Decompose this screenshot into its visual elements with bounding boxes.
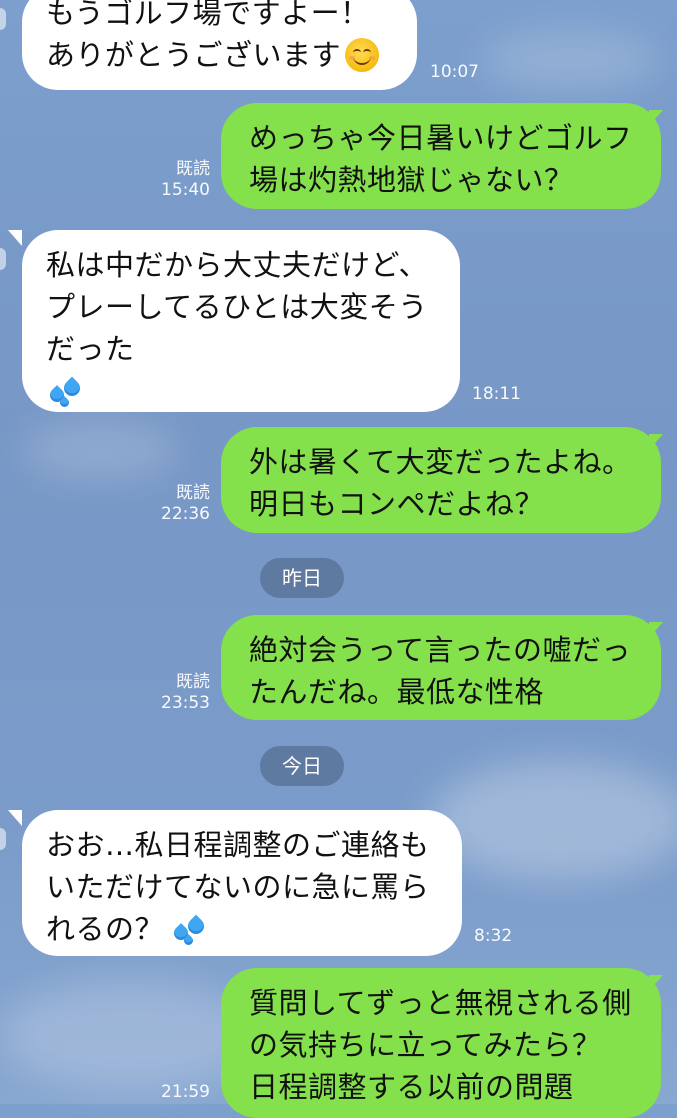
read-receipt: 既読 22:36 [150,483,210,525]
incoming-message-bubble[interactable]: もうゴルフ場ですよー！ ありがとうございます [22,0,417,90]
read-label: 既読 [176,159,210,179]
date-divider-yesterday: 昨日 [260,558,344,598]
bubble-tail [649,975,663,991]
outgoing-message-bubble[interactable]: めっちゃ今日暑いけどゴルフ 場は灼熱地獄じゃない？ [221,103,661,209]
bubble-tail [649,434,663,450]
read-receipt: 既読 23:53 [150,672,210,714]
message-time: 18:11 [472,384,521,404]
avatar-edge[interactable] [0,248,6,270]
avatar-edge[interactable] [0,8,6,30]
message-time: 22:36 [161,504,210,524]
bubble-tail [649,110,663,126]
incoming-message-bubble[interactable]: おお…私日程調整のご連絡も いただけてないのに急に罵ら れるの？ [22,810,462,956]
read-label: 既読 [176,483,210,503]
message-text: 絶対会うって言ったの嘘だっ たんだね。最低な性格 [249,633,632,709]
bubble-tail [8,230,22,246]
outgoing-message-bubble[interactable]: 絶対会うって言ったの嘘だっ たんだね。最低な性格 [221,615,661,720]
message-text: おお…私日程調整のご連絡も いただけてないのに急に罵ら れるの？ [46,828,430,946]
message-time: 23:53 [161,693,210,713]
message-time: 15:40 [161,180,210,200]
message-text: 外は暑くて大変だったよね。 明日もコンペだよね？ [249,445,632,521]
date-divider-today: 今日 [260,746,344,786]
message-time: 10:07 [430,62,479,82]
sweat-droplets-icon [46,374,86,409]
message-text: もうゴルフ場ですよー！ ありがとうございます [46,0,370,72]
bubble-tail [649,622,663,638]
message-text: 私は中だから大丈夫だけど、 プレーしてるひとは大変そう だった [46,248,429,366]
chat-timeline[interactable]: もうゴルフ場ですよー！ ありがとうございます 10:07 既読 15:40 めっ… [0,0,677,1118]
smiling-face-icon [345,38,380,72]
bubble-tail [8,810,22,826]
message-text: めっちゃ今日暑いけどゴルフ 場は灼熱地獄じゃない？ [249,121,633,197]
message-time: 21:59 [161,1082,210,1102]
message-text: 質問してずっと無視される側 の気持ちに立ってみたら？ 日程調整する以前の問題 [249,986,632,1104]
incoming-message-bubble[interactable]: 私は中だから大丈夫だけど、 プレーしてるひとは大変そう だった [22,230,460,412]
avatar-edge[interactable] [0,828,6,850]
sweat-droplets-icon [170,912,210,947]
message-time: 8:32 [474,926,513,946]
outgoing-message-bubble[interactable]: 質問してずっと無視される側 の気持ちに立ってみたら？ 日程調整する以前の問題 [221,968,661,1118]
outgoing-message-bubble[interactable]: 外は暑くて大変だったよね。 明日もコンペだよね？ [221,427,661,533]
read-label: 既読 [176,672,210,692]
read-receipt: 既読 15:40 [150,159,210,201]
